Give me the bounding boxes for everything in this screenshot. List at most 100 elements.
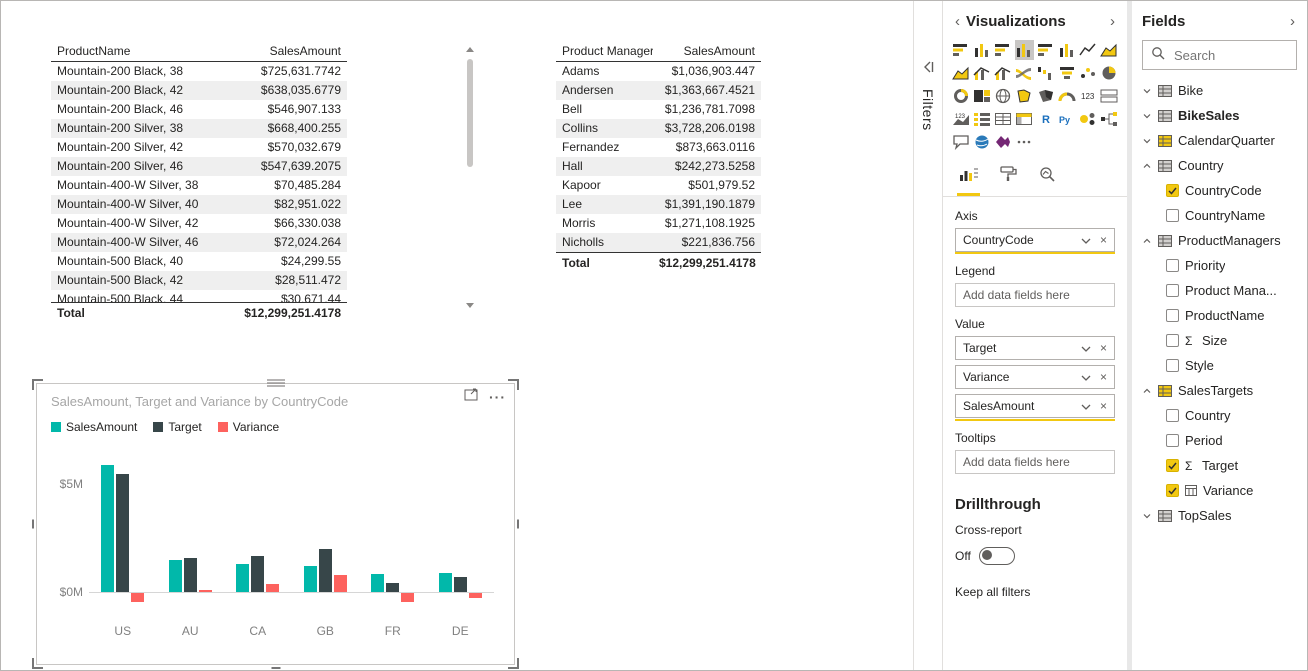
chevron-down-icon[interactable] — [1081, 341, 1091, 355]
viz-icon-slicer[interactable] — [972, 109, 991, 129]
viz-icon-funnel-chart[interactable] — [1057, 63, 1076, 83]
field-checkbox[interactable] — [1166, 434, 1179, 447]
viz-icon-line-stacked-column-chart[interactable] — [972, 63, 991, 83]
table-row[interactable]: Mountain-500 Black, 40$24,299.55 — [51, 252, 347, 271]
field-checkbox[interactable] — [1166, 209, 1179, 222]
chevron-down-icon[interactable] — [1081, 233, 1091, 247]
field-row-countrycode[interactable]: CountryCode — [1132, 178, 1307, 203]
search-input[interactable] — [1172, 47, 1288, 64]
field-row-calendarquarter[interactable]: CalendarQuarter — [1132, 128, 1307, 153]
bar-variance-us[interactable] — [131, 593, 144, 602]
table-row[interactable]: Mountain-400-W Silver, 46$72,024.264 — [51, 233, 347, 252]
table-row[interactable]: Nicholls$221,836.756 — [556, 233, 761, 252]
table-row[interactable]: Hall$242,273.5258 — [556, 157, 761, 176]
table-scrollbar[interactable] — [463, 43, 477, 311]
cross-report-toggle[interactable] — [979, 547, 1015, 565]
legend-field-well[interactable]: Add data fields here — [955, 283, 1115, 307]
table-row[interactable]: Mountain-200 Black, 42$638,035.6779 — [51, 81, 347, 100]
remove-field-icon[interactable]: × — [1100, 341, 1107, 355]
manager-sales-table-visual[interactable]: Product ManagerSalesAmount Adams$1,036,9… — [556, 41, 761, 273]
field-row-bike[interactable]: Bike — [1132, 78, 1307, 103]
legend-item[interactable]: SalesAmount — [51, 420, 137, 434]
viz-icon-key-influencers[interactable] — [1079, 109, 1098, 129]
bar-target-de[interactable] — [454, 577, 467, 592]
expand-fields-icon[interactable]: › — [1288, 14, 1297, 29]
column-header[interactable]: Product Manager — [556, 41, 653, 61]
remove-field-icon[interactable]: × — [1100, 399, 1107, 413]
bar-salesamount-au[interactable] — [169, 560, 182, 592]
selection-handle[interactable] — [508, 658, 519, 669]
chevron-down-icon[interactable] — [1142, 86, 1152, 96]
viz-icon-more-visuals[interactable] — [1015, 132, 1034, 152]
bar-target-fr[interactable] — [386, 583, 399, 593]
table-row[interactable]: Lee$1,391,190.1879 — [556, 195, 761, 214]
field-row-priority[interactable]: Priority — [1132, 253, 1307, 278]
tab-fields[interactable] — [957, 164, 980, 196]
viz-icon-map[interactable] — [994, 86, 1013, 106]
axis-field-well[interactable]: CountryCode × — [955, 228, 1115, 252]
bar-target-au[interactable] — [184, 558, 197, 593]
viz-icon-arcgis-map[interactable] — [972, 132, 991, 152]
expand-visualizations-icon[interactable]: › — [1108, 14, 1117, 29]
more-options-icon[interactable]: ··· — [489, 389, 506, 405]
viz-icon-clustered-bar-chart[interactable] — [994, 40, 1013, 60]
table-row[interactable]: Mountain-200 Black, 38$725,631.7742 — [51, 62, 347, 81]
scrollbar-thumb[interactable] — [467, 59, 473, 167]
bar-salesamount-gb[interactable] — [304, 566, 317, 592]
viz-icon-stacked-area-chart[interactable] — [951, 63, 970, 83]
viz-icon-100-stacked-bar-chart[interactable] — [1036, 40, 1055, 60]
viz-icon-clustered-column-chart[interactable] — [1015, 40, 1034, 60]
tab-analytics[interactable] — [1037, 164, 1058, 196]
viz-icon-decomposition-tree[interactable] — [1100, 109, 1119, 129]
field-row-variance[interactable]: Variance — [1132, 478, 1307, 503]
focus-mode-icon[interactable] — [464, 388, 479, 406]
viz-icon-kpi[interactable]: 123 — [951, 109, 970, 129]
field-row-topsales[interactable]: TopSales — [1132, 503, 1307, 528]
table-row[interactable]: Kapoor$501,979.52 — [556, 176, 761, 195]
field-row-productmanagers[interactable]: ProductManagers — [1132, 228, 1307, 253]
chevron-down-icon[interactable] — [1081, 370, 1091, 384]
value-field-well-salesamount[interactable]: SalesAmount× — [955, 394, 1115, 418]
column-header[interactable]: SalesAmount — [653, 41, 761, 61]
field-checkbox[interactable] — [1166, 259, 1179, 272]
remove-field-icon[interactable]: × — [1100, 233, 1107, 247]
table-row[interactable]: Collins$3,728,206.0198 — [556, 119, 761, 138]
viz-icon-donut-chart[interactable] — [951, 86, 970, 106]
viz-icon-qa-visual[interactable] — [951, 132, 970, 152]
viz-icon-matrix[interactable] — [1015, 109, 1034, 129]
bar-variance-au[interactable] — [199, 590, 212, 592]
table-row[interactable]: Mountain-500 Black, 42$28,511.472 — [51, 271, 347, 290]
chevron-up-icon[interactable] — [1142, 161, 1152, 171]
chevron-down-icon[interactable] — [1142, 111, 1152, 121]
table-row[interactable]: Mountain-400-W Silver, 42$66,330.038 — [51, 214, 347, 233]
legend-item[interactable]: Target — [153, 420, 201, 434]
table-row[interactable]: Mountain-400-W Silver, 40$82,951.022 — [51, 195, 347, 214]
scroll-down-button[interactable] — [463, 299, 477, 311]
field-row-salestargets[interactable]: SalesTargets — [1132, 378, 1307, 403]
viz-icon-r-script-visual[interactable]: R — [1036, 109, 1055, 129]
tooltips-field-well[interactable]: Add data fields here — [955, 450, 1115, 474]
field-row-bikesales[interactable]: BikeSales — [1132, 103, 1307, 128]
table-row[interactable]: Mountain-200 Silver, 42$570,032.679 — [51, 138, 347, 157]
column-header[interactable]: ProductName — [51, 41, 223, 61]
field-row-country[interactable]: Country — [1132, 153, 1307, 178]
viz-icon-gauge[interactable] — [1057, 86, 1076, 106]
field-checkbox[interactable] — [1166, 359, 1179, 372]
field-checkbox[interactable] — [1166, 284, 1179, 297]
bar-variance-fr[interactable] — [401, 593, 414, 602]
table-row[interactable]: Bell$1,236,781.7098 — [556, 100, 761, 119]
viz-icon-line-chart[interactable] — [1079, 40, 1098, 60]
field-row-productname[interactable]: ProductName — [1132, 303, 1307, 328]
table-row[interactable]: Mountain-400-W Silver, 38$70,485.284 — [51, 176, 347, 195]
chevron-down-icon[interactable] — [1081, 399, 1091, 413]
bar-salesamount-fr[interactable] — [371, 574, 384, 592]
viz-icon-stacked-column-chart[interactable] — [972, 40, 991, 60]
value-field-well-target[interactable]: Target× — [955, 336, 1115, 360]
drag-grip-icon[interactable] — [267, 374, 285, 392]
chevron-down-icon[interactable] — [1142, 511, 1152, 521]
selection-handle[interactable] — [517, 520, 519, 529]
field-row-country[interactable]: Country — [1132, 403, 1307, 428]
viz-icon-scatter-chart[interactable] — [1079, 63, 1098, 83]
field-row-size[interactable]: ΣSize — [1132, 328, 1307, 353]
table-row[interactable]: Mountain-200 Black, 46$546,907.133 — [51, 100, 347, 119]
